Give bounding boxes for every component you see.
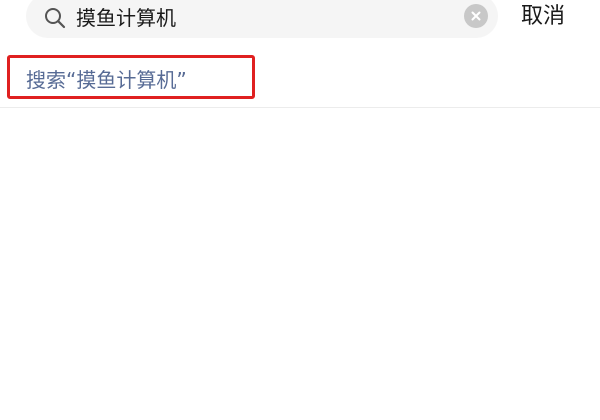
- cancel-button[interactable]: 取消: [521, 0, 565, 34]
- search-icon: [45, 8, 66, 29]
- annotation-highlight-box: [7, 55, 255, 99]
- search-input[interactable]: [76, 1, 456, 31]
- results-area: [0, 108, 600, 420]
- clear-icon[interactable]: [464, 4, 488, 28]
- search-bar[interactable]: [26, 0, 498, 38]
- search-screen: 取消 搜索“摸鱼计算机”: [0, 0, 600, 420]
